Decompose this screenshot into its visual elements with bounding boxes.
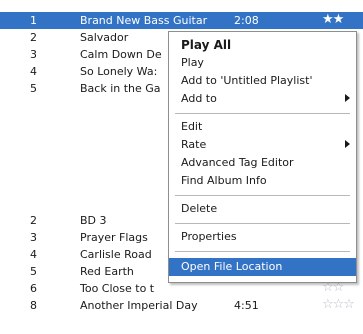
menu-item-label: Play bbox=[181, 56, 204, 69]
track-title: Back in the Ga bbox=[80, 82, 161, 95]
track-number: 3 bbox=[30, 231, 37, 244]
track-number: 4 bbox=[30, 248, 37, 261]
track-number: 2 bbox=[30, 214, 37, 227]
menu-item-rate[interactable]: Rate bbox=[169, 136, 356, 154]
track-length: 2:08 bbox=[234, 14, 259, 27]
menu-item-label: Properties bbox=[181, 230, 237, 243]
menu-item-label: Find Album Info bbox=[181, 174, 267, 187]
track-title: So Lonely Wa: bbox=[80, 65, 158, 78]
menu-item-label: Rate bbox=[181, 138, 207, 151]
track-title: Red Earth bbox=[80, 265, 134, 278]
menu-item-label: Advanced Tag Editor bbox=[181, 156, 294, 169]
track-number: 4 bbox=[30, 65, 37, 78]
rating-stars-icon[interactable]: ★★ bbox=[322, 12, 344, 27]
menu-item-edit[interactable]: Edit bbox=[169, 118, 356, 136]
track-row-1[interactable]: 1 Brand New Bass Guitar 2:08 ★★ bbox=[0, 12, 363, 29]
track-number: 5 bbox=[30, 265, 37, 278]
menu-item-label: Add to 'Untitled Playlist' bbox=[181, 74, 313, 87]
menu-separator bbox=[175, 251, 350, 252]
track-title: Calm Down De bbox=[80, 48, 162, 61]
track-title: Salvador bbox=[80, 31, 129, 44]
rating-stars-icon[interactable]: ☆☆☆ bbox=[322, 297, 355, 312]
track-title: Another Imperial Day bbox=[80, 299, 198, 312]
menu-item-play-all[interactable]: Play All bbox=[169, 36, 356, 54]
menu-item-label: Delete bbox=[181, 202, 218, 215]
menu-item-label: Open File Location bbox=[181, 260, 283, 273]
menu-separator bbox=[175, 223, 350, 224]
menu-item-add-to-untitled-playlist[interactable]: Add to 'Untitled Playlist' bbox=[169, 72, 356, 90]
menu-item-find-album-info[interactable]: Find Album Info bbox=[169, 172, 356, 190]
track-number: 3 bbox=[30, 48, 37, 61]
track-title: Brand New Bass Guitar bbox=[80, 14, 208, 27]
track-number: 2 bbox=[30, 31, 37, 44]
track-title: Carlisle Road bbox=[80, 248, 152, 261]
track-number: 6 bbox=[30, 282, 37, 295]
menu-item-add-to[interactable]: Add to bbox=[169, 90, 356, 108]
track-number: 5 bbox=[30, 82, 37, 95]
menu-item-label: Add to bbox=[181, 92, 217, 105]
menu-item-advanced-tag-editor[interactable]: Advanced Tag Editor bbox=[169, 154, 356, 172]
track-title: BD 3 bbox=[80, 214, 107, 227]
menu-item-delete[interactable]: Delete bbox=[169, 200, 356, 218]
track-length: 4:51 bbox=[234, 299, 259, 312]
menu-item-open-file-location[interactable]: Open File Location bbox=[169, 258, 356, 276]
submenu-arrow-icon bbox=[345, 140, 350, 148]
track-title: Prayer Flags bbox=[80, 231, 148, 244]
menu-item-play[interactable]: Play bbox=[169, 54, 356, 72]
menu-item-properties[interactable]: Properties bbox=[169, 228, 356, 246]
track-number: 8 bbox=[30, 299, 37, 312]
track-row-11[interactable]: 8 Another Imperial Day 4:51 ☆☆☆ bbox=[0, 297, 363, 314]
menu-separator bbox=[175, 113, 350, 114]
menu-item-label: Play All bbox=[181, 38, 232, 52]
track-number: 1 bbox=[30, 14, 37, 27]
track-title: Too Close to t bbox=[80, 282, 155, 295]
context-menu: Play All Play Add to 'Untitled Playlist'… bbox=[168, 31, 357, 283]
menu-item-label: Edit bbox=[181, 120, 203, 133]
menu-separator bbox=[175, 195, 350, 196]
submenu-arrow-icon bbox=[345, 94, 350, 102]
